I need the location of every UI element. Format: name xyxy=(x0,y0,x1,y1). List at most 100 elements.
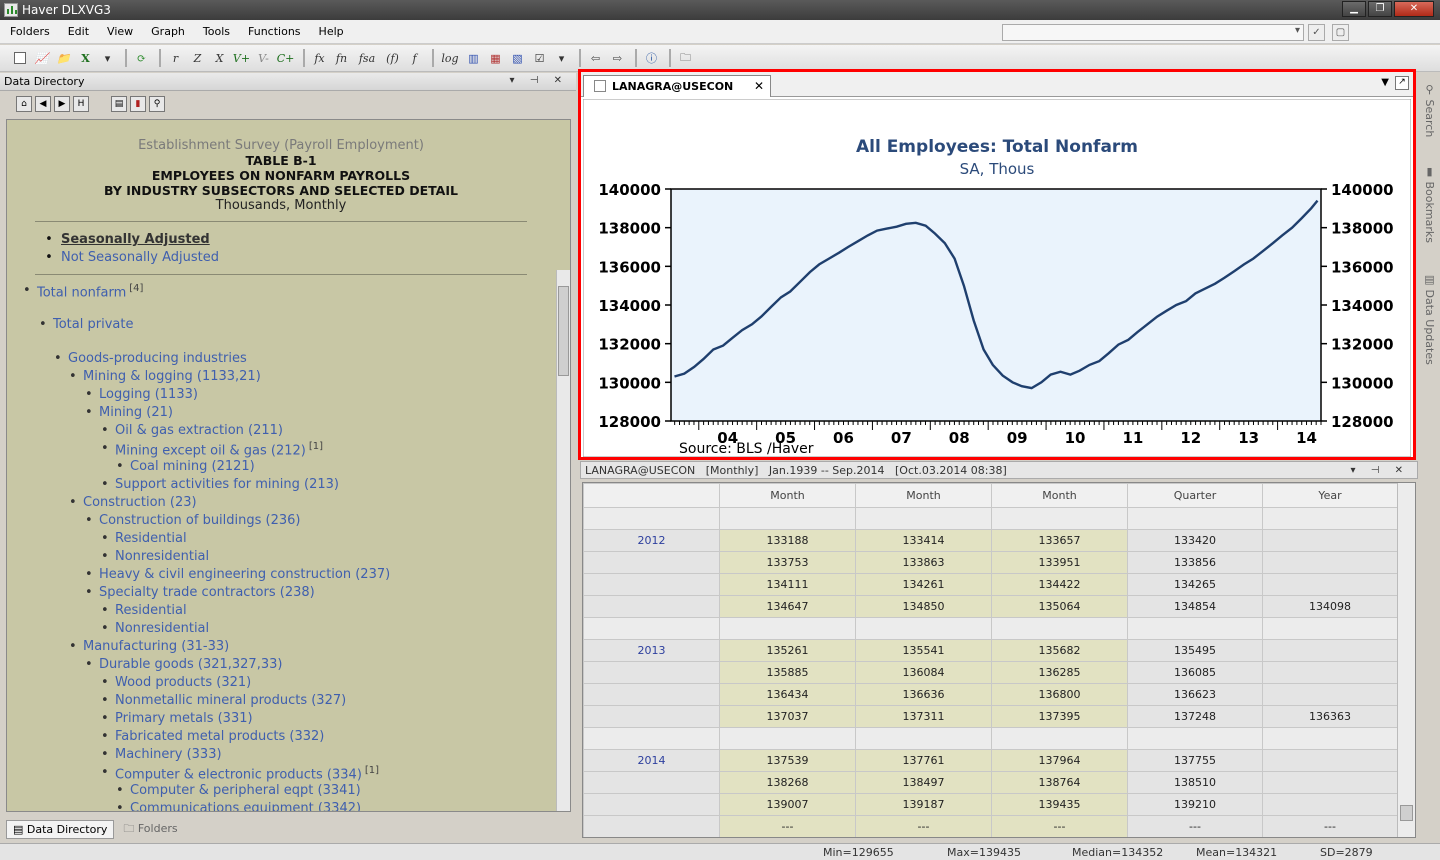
value-cell[interactable]: 135885 xyxy=(719,661,856,684)
value-cell[interactable] xyxy=(1262,771,1398,794)
value-cell[interactable]: 136085 xyxy=(1127,661,1263,684)
tree-item[interactable]: Mining except oil & gas (212)[1] xyxy=(101,441,323,458)
value-cell[interactable]: 139435 xyxy=(991,793,1128,816)
value-cell[interactable]: 134261 xyxy=(855,573,992,596)
tab-dropdown-icon[interactable]: ▼ xyxy=(1381,77,1389,88)
tree-item[interactable]: Residential xyxy=(101,603,187,618)
excel-icon[interactable]: X xyxy=(76,49,95,68)
value-cell[interactable] xyxy=(1262,529,1398,552)
footnote-ref[interactable]: [4] xyxy=(129,283,143,294)
value-cell[interactable] xyxy=(855,727,992,750)
minimize-button[interactable]: ▁ xyxy=(1342,1,1366,17)
save-icon[interactable]: ▾ xyxy=(98,49,117,68)
value-cell[interactable] xyxy=(719,507,856,530)
z-icon[interactable]: Z xyxy=(188,49,207,68)
value-cell[interactable]: 136434 xyxy=(719,683,856,706)
value-cell[interactable] xyxy=(1127,727,1263,750)
value-cell[interactable] xyxy=(1262,749,1398,772)
value-cell[interactable]: 137539 xyxy=(719,749,856,772)
value-cell[interactable]: 137311 xyxy=(855,705,992,728)
tree-item[interactable]: Manufacturing (31-33) xyxy=(69,639,229,654)
menu-view[interactable]: View xyxy=(107,25,133,38)
tree-item[interactable]: Computer & electronic products (334)[1] xyxy=(101,765,379,782)
tree-item[interactable]: Heavy & civil engineering construction (… xyxy=(85,567,390,582)
value-cell[interactable]: 134422 xyxy=(991,573,1128,596)
v-plus-icon[interactable]: V+ xyxy=(232,49,251,68)
value-cell[interactable]: 133657 xyxy=(991,529,1128,552)
tree-item[interactable]: Total private xyxy=(39,317,134,332)
tree-item[interactable]: Mining & logging (1133,21) xyxy=(69,369,261,384)
bar-chart2-icon[interactable]: ▦ xyxy=(486,49,505,68)
value-cell[interactable] xyxy=(1262,507,1398,530)
value-cell[interactable] xyxy=(1262,551,1398,574)
value-cell[interactable]: 138510 xyxy=(1127,771,1263,794)
binoculars-icon[interactable]: ⚲ xyxy=(149,96,165,112)
tree-item[interactable]: Residential xyxy=(101,531,187,546)
sidebar-data-updates[interactable]: ▤ Data Updates xyxy=(1423,273,1436,365)
value-cell[interactable] xyxy=(1127,507,1263,530)
close-button[interactable]: ✕ xyxy=(1394,1,1434,17)
value-cell[interactable]: 133863 xyxy=(855,551,992,574)
value-cell[interactable]: 136363 xyxy=(1262,705,1398,728)
value-cell[interactable] xyxy=(1262,727,1398,750)
tree-item[interactable]: Coal mining (2121) xyxy=(116,459,255,474)
value-cell[interactable] xyxy=(1262,617,1398,640)
value-cell[interactable] xyxy=(719,727,856,750)
value-cell[interactable] xyxy=(991,727,1128,750)
value-cell[interactable]: 134850 xyxy=(855,595,992,618)
print-icon[interactable]: ▤ xyxy=(111,96,127,112)
value-cell[interactable]: 136285 xyxy=(991,661,1128,684)
back-arrow-icon[interactable]: ⇦ xyxy=(586,49,605,68)
value-cell[interactable] xyxy=(991,507,1128,530)
bar-chart-icon[interactable]: ▥ xyxy=(464,49,483,68)
graph-tab[interactable]: LANAGRA@USECON ✕ xyxy=(583,75,771,97)
tree-item[interactable]: Computer & peripheral eqpt (3341) xyxy=(116,783,361,798)
value-cell[interactable]: 136084 xyxy=(855,661,992,684)
new-folder-icon[interactable]: 🗀 xyxy=(676,49,695,68)
sidebar-search[interactable]: ⚲ Search xyxy=(1423,83,1436,137)
value-cell[interactable]: 137964 xyxy=(991,749,1128,772)
new-icon[interactable] xyxy=(10,49,29,68)
menu-folders[interactable]: Folders xyxy=(10,25,50,38)
footnote-ref[interactable]: [1] xyxy=(365,765,379,776)
value-cell[interactable]: 136623 xyxy=(1127,683,1263,706)
chart4-icon[interactable]: ☑ xyxy=(530,49,549,68)
value-cell[interactable]: 137037 xyxy=(719,705,856,728)
value-cell[interactable]: 135495 xyxy=(1127,639,1263,662)
fx-icon[interactable]: fx xyxy=(310,49,329,68)
h-icon[interactable]: H xyxy=(73,96,89,112)
close-tab-icon[interactable]: ✕ xyxy=(754,79,764,93)
forward-icon[interactable]: ▶ xyxy=(54,96,70,112)
tree-item[interactable]: Specialty trade contractors (238) xyxy=(85,585,315,600)
value-cell[interactable]: 137755 xyxy=(1127,749,1263,772)
tree-item[interactable]: Construction of buildings (236) xyxy=(85,513,300,528)
value-cell[interactable] xyxy=(1262,661,1398,684)
f-plot-icon[interactable]: f xyxy=(405,49,424,68)
column-header[interactable]: Month xyxy=(991,483,1128,508)
value-cell[interactable] xyxy=(1262,639,1398,662)
value-cell[interactable]: 133414 xyxy=(855,529,992,552)
footnote-ref[interactable]: [1] xyxy=(309,441,323,452)
value-cell[interactable] xyxy=(1262,793,1398,816)
folder-icon[interactable]: 📁 xyxy=(54,49,73,68)
tree-item[interactable]: Nonresidential xyxy=(101,621,209,636)
tree-item[interactable]: Durable goods (321,327,33) xyxy=(85,657,282,672)
tree-item[interactable]: Mining (21) xyxy=(85,405,173,420)
value-cell[interactable]: 133753 xyxy=(719,551,856,574)
square-dropdown-icon[interactable]: ▢ xyxy=(1332,24,1349,41)
tree-item[interactable]: Wood products (321) xyxy=(101,675,251,690)
panel-controls[interactable]: ▾ ⊣ ✕ xyxy=(510,75,568,86)
grid-scrollbar[interactable] xyxy=(1397,483,1415,837)
tree-item[interactable]: Nonresidential xyxy=(101,549,209,564)
tree-item[interactable]: Support activities for mining (213) xyxy=(101,477,339,492)
value-cell[interactable] xyxy=(991,617,1128,640)
value-cell[interactable]: 138764 xyxy=(991,771,1128,794)
series-combo[interactable] xyxy=(1002,24,1304,41)
value-cell[interactable]: 135541 xyxy=(855,639,992,662)
value-cell[interactable]: --- xyxy=(1127,815,1263,837)
value-cell[interactable]: 134647 xyxy=(719,595,856,618)
value-cell[interactable]: 139007 xyxy=(719,793,856,816)
sidebar-bookmarks[interactable]: ▮ Bookmarks xyxy=(1423,165,1436,243)
x-icon[interactable]: X xyxy=(210,49,229,68)
column-header[interactable]: Month xyxy=(855,483,992,508)
